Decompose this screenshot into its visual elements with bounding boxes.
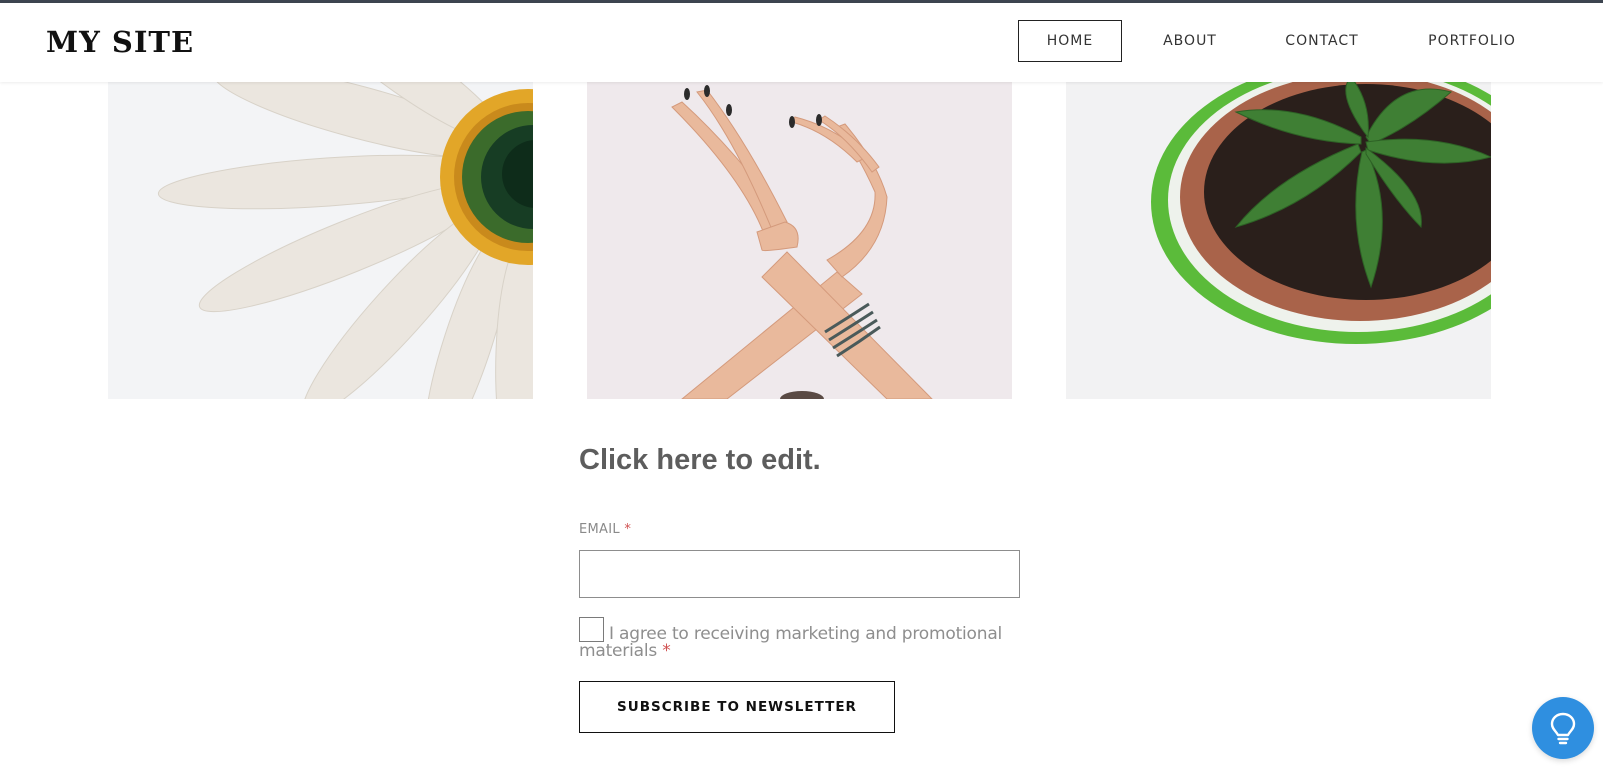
site-header: MY SITE HOME ABOUT CONTACT PORTFOLIO xyxy=(0,3,1603,82)
consent-label-text: I agree to receiving marketing and promo… xyxy=(579,624,1003,661)
nav-contact[interactable]: CONTACT xyxy=(1272,20,1372,62)
nav-portfolio[interactable]: PORTFOLIO xyxy=(1412,20,1532,62)
consent-required-mark: * xyxy=(662,641,671,661)
email-field[interactable] xyxy=(579,550,1020,598)
nav-home[interactable]: HOME xyxy=(1018,20,1122,62)
site-logo[interactable]: MY SITE xyxy=(46,25,194,59)
lightbulb-icon xyxy=(1550,712,1576,745)
image-gallery xyxy=(0,82,1603,399)
daisy-flower-image[interactable] xyxy=(108,82,533,399)
form-title[interactable]: Click here to edit. xyxy=(579,444,821,477)
nav-about[interactable]: ABOUT xyxy=(1150,20,1230,62)
consent-label: I agree to receiving marketing and promo… xyxy=(579,626,1009,660)
crossed-hands-image[interactable] xyxy=(587,82,1012,399)
email-label: EMAIL * xyxy=(579,522,631,537)
help-button[interactable] xyxy=(1532,697,1594,759)
subscribe-button[interactable]: SUBSCRIBE TO NEWSLETTER xyxy=(579,681,895,733)
email-label-text: EMAIL xyxy=(579,522,620,537)
potted-plant-image[interactable] xyxy=(1066,82,1491,399)
required-mark: * xyxy=(624,522,632,537)
